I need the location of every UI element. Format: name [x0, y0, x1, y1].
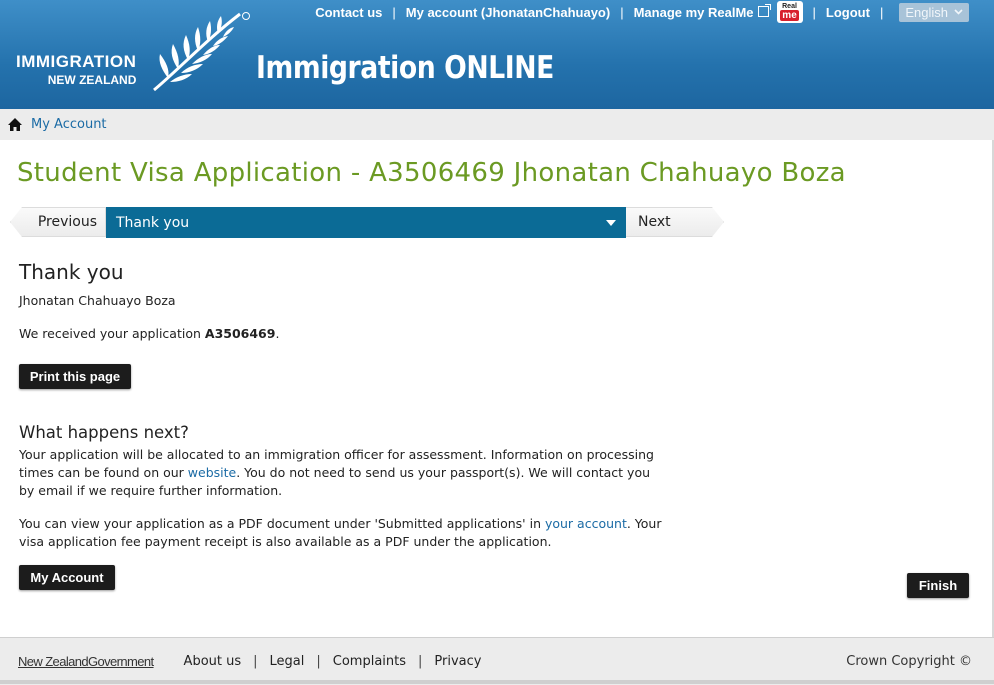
pdf-info-a: You can view your application as a PDF d… [19, 516, 545, 531]
realme-logo-bottom: me [780, 10, 799, 21]
contact-us-link[interactable]: Contact us [315, 5, 382, 20]
logout-link[interactable]: Logout [826, 5, 870, 20]
manage-realme-label: Manage my RealMe [633, 4, 754, 20]
gov-logo-part-b: Government [88, 654, 154, 669]
pdf-info-text: You can view your application as a PDF d… [19, 515, 674, 551]
logo-line-2: NEW ZEALAND [47, 73, 137, 87]
top-navigation: Contact us | My account (JhonatanChahuay… [315, 0, 969, 24]
print-page-button[interactable]: Print this page [19, 364, 131, 389]
caret-down-icon [606, 220, 616, 226]
crown-copyright: Crown Copyright © [846, 654, 972, 669]
breadcrumb: My Account [0, 109, 994, 140]
footer-separator: | [253, 654, 258, 669]
step-navigator: Previous Thank you Next [10, 207, 724, 239]
nav-separator: | [812, 4, 816, 20]
thank-you-heading: Thank you [19, 260, 124, 284]
external-link-icon [757, 3, 771, 17]
finish-button[interactable]: Finish [907, 573, 969, 598]
bottom-divider [0, 680, 994, 684]
next-step-button[interactable]: Next [626, 207, 724, 237]
language-select[interactable]: English [899, 2, 969, 22]
current-step-label: Thank you [116, 214, 190, 231]
applicant-name: Jhonatan Chahuayo Boza [19, 293, 176, 308]
realme-logo-top: Real [782, 3, 797, 10]
breadcrumb-my-account[interactable]: My Account [31, 117, 107, 132]
footer-separator: | [418, 654, 423, 669]
gov-logo-part-a: New Zealand [18, 654, 89, 669]
nav-separator: | [879, 4, 884, 20]
website-link[interactable]: website [188, 465, 236, 480]
my-account-link[interactable]: My account (JhonatanChahuayo) [406, 5, 610, 20]
about-us-link[interactable]: About us [184, 654, 242, 669]
complaints-link[interactable]: Complaints [333, 654, 406, 669]
nz-government-logo[interactable]: New ZealandGovernment [18, 654, 154, 669]
application-number: A3506469 [204, 326, 276, 341]
silver-fern-icon [153, 12, 250, 92]
manage-realme-link[interactable]: Manage my RealMe [633, 3, 771, 20]
received-suffix: . [275, 326, 280, 341]
nav-separator: | [392, 4, 396, 20]
footer-separator: | [316, 654, 321, 669]
received-message: We received your application A3506469. [19, 325, 279, 343]
language-select-value: English [905, 4, 948, 20]
page-title: Student Visa Application - A3506469 Jhon… [17, 158, 846, 188]
nav-separator: | [620, 4, 624, 20]
footer: New ZealandGovernment About us | Legal |… [0, 637, 994, 685]
home-icon[interactable] [7, 117, 23, 132]
previous-step-button[interactable]: Previous [10, 207, 106, 237]
received-prefix: We received your application [19, 326, 205, 341]
header-banner: Contact us | My account (JhonatanChahuay… [0, 0, 994, 109]
my-account-button[interactable]: My Account [19, 565, 115, 590]
processing-info-text: Your application will be allocated to an… [19, 446, 659, 500]
immigration-nz-logo[interactable]: IMMIGRATION NEW ZEALAND [16, 52, 136, 87]
current-step-select[interactable]: Thank you [106, 207, 626, 238]
what-happens-next-heading: What happens next? [19, 423, 189, 442]
app-title: Immigration ONLINE [256, 50, 554, 86]
privacy-link[interactable]: Privacy [434, 654, 481, 669]
main-content: Student Visa Application - A3506469 Jhon… [0, 140, 994, 637]
chevron-down-icon [954, 9, 963, 15]
realme-logo: Real me [776, 1, 803, 23]
your-account-link[interactable]: your account [545, 516, 627, 531]
legal-link[interactable]: Legal [270, 654, 305, 669]
logo-line-1: IMMIGRATION [16, 52, 137, 71]
footer-links: About us | Legal | Complaints | Privacy [184, 654, 482, 669]
